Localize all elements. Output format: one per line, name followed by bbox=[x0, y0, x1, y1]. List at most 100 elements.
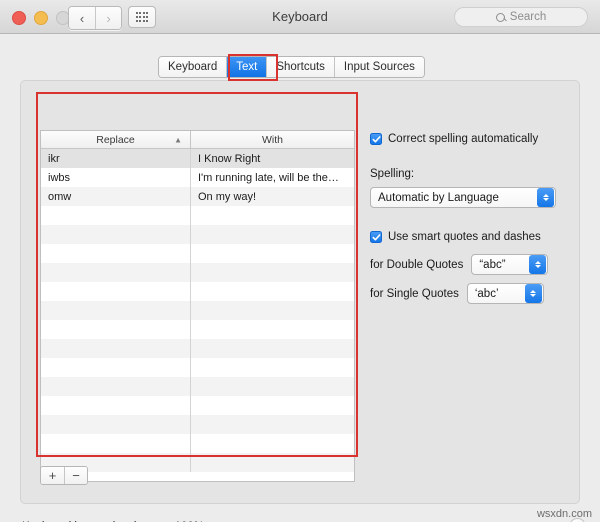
table-row-empty[interactable] bbox=[41, 244, 354, 263]
table-row-empty[interactable] bbox=[41, 263, 354, 282]
cell-replace bbox=[41, 396, 191, 415]
search-field[interactable]: Search bbox=[454, 7, 588, 27]
column-header-replace[interactable]: Replace ▲ bbox=[41, 131, 191, 148]
cell-replace bbox=[41, 301, 191, 320]
smart-quotes-checkbox[interactable] bbox=[370, 231, 382, 243]
remove-substitution-button[interactable]: − bbox=[64, 467, 87, 484]
cell-with bbox=[191, 301, 354, 320]
tab-keyboard[interactable]: Keyboard bbox=[159, 57, 227, 77]
keyboard-preferences-window: ‹ › Keyboard Search Keyboard Text Shortc… bbox=[0, 0, 600, 522]
chevron-updown-icon[interactable] bbox=[524, 284, 542, 303]
cell-with bbox=[191, 320, 354, 339]
cell-with bbox=[191, 263, 354, 282]
table-row[interactable]: omw On my way! bbox=[41, 187, 354, 206]
tab-shortcuts[interactable]: Shortcuts bbox=[266, 57, 334, 77]
cell-replace bbox=[41, 282, 191, 301]
cell-with bbox=[191, 206, 354, 225]
search-placeholder: Search bbox=[509, 11, 547, 23]
cell-replace: iwbs bbox=[41, 168, 191, 187]
cell-with: I Know Right bbox=[191, 149, 354, 168]
checkmark-icon bbox=[372, 233, 380, 240]
text-substitutions-table[interactable]: Replace ▲ With ikr I Know Right iwbs I'm… bbox=[40, 130, 355, 482]
smart-quotes-label: Use smart quotes and dashes bbox=[388, 231, 541, 243]
table-header-row: Replace ▲ With bbox=[41, 131, 354, 149]
cell-with bbox=[191, 415, 354, 434]
column-header-with-label: With bbox=[262, 133, 283, 146]
table-row-empty[interactable] bbox=[41, 377, 354, 396]
single-quotes-value: ‘abc’ bbox=[474, 287, 499, 300]
cell-replace bbox=[41, 320, 191, 339]
table-row-empty[interactable] bbox=[41, 301, 354, 320]
table-row[interactable]: iwbs I'm running late, will be the… bbox=[41, 168, 354, 187]
spelling-label: Spelling: bbox=[370, 168, 415, 180]
table-row-empty[interactable] bbox=[41, 320, 354, 339]
smart-quotes-checkbox-row[interactable]: Use smart quotes and dashes bbox=[370, 230, 560, 244]
single-quotes-dropdown[interactable]: ‘abc’ bbox=[466, 283, 544, 304]
cell-replace bbox=[41, 263, 191, 282]
search-icon bbox=[495, 12, 505, 22]
single-quotes-label: for Single Quotes bbox=[370, 287, 459, 300]
chevron-updown-icon[interactable] bbox=[529, 255, 547, 274]
tab-input-sources[interactable]: Input Sources bbox=[333, 57, 424, 77]
spelling-options-group: Correct spelling automatically Spelling:… bbox=[370, 132, 560, 304]
column-header-with[interactable]: With bbox=[191, 131, 354, 148]
checkmark-icon bbox=[372, 135, 380, 142]
cell-replace bbox=[41, 244, 191, 263]
table-row-empty[interactable] bbox=[41, 396, 354, 415]
cell-with: I'm running late, will be the… bbox=[191, 168, 354, 187]
cell-replace-text: ikr bbox=[48, 152, 60, 165]
cell-replace bbox=[41, 377, 191, 396]
window-body: Keyboard Text Shortcuts Input Sources Re… bbox=[0, 34, 600, 522]
cell-replace bbox=[41, 206, 191, 225]
table-row-empty[interactable] bbox=[41, 415, 354, 434]
cell-with bbox=[191, 434, 354, 453]
table-row[interactable]: ikr I Know Right bbox=[41, 149, 354, 168]
cell-replace: ikr bbox=[41, 149, 191, 168]
double-quotes-dropdown[interactable]: “abc” bbox=[471, 254, 549, 275]
table-row-empty[interactable] bbox=[41, 339, 354, 358]
chevron-updown-icon[interactable] bbox=[537, 188, 554, 207]
table-body: ikr I Know Right iwbs I'm running late, … bbox=[41, 149, 354, 481]
cell-with-text: I'm running late, will be the… bbox=[198, 171, 339, 184]
spelling-dropdown-value: Automatic by Language bbox=[378, 191, 499, 204]
table-row-empty[interactable] bbox=[41, 358, 354, 377]
sort-ascending-icon: ▲ bbox=[174, 135, 182, 144]
cell-with bbox=[191, 358, 354, 377]
cell-with-text: On my way! bbox=[198, 190, 257, 203]
column-header-replace-label: Replace bbox=[96, 133, 135, 146]
cell-with bbox=[191, 244, 354, 263]
cell-replace-text: omw bbox=[48, 190, 72, 203]
table-empty-rows bbox=[41, 206, 354, 472]
double-quotes-label: for Double Quotes bbox=[370, 258, 464, 271]
window-titlebar: ‹ › Keyboard Search bbox=[0, 0, 600, 34]
cell-replace bbox=[41, 358, 191, 377]
cell-with bbox=[191, 453, 354, 472]
watermark: wsxdn.com bbox=[536, 508, 592, 520]
add-substitution-button[interactable]: + bbox=[41, 467, 64, 484]
single-quotes-row: for Single Quotes ‘abc’ bbox=[370, 283, 560, 304]
table-action-buttons: + − bbox=[40, 466, 88, 485]
cell-with bbox=[191, 339, 354, 358]
table-row-empty[interactable] bbox=[41, 282, 354, 301]
cell-with-text: I Know Right bbox=[198, 152, 261, 165]
correct-spelling-checkbox-row[interactable]: Correct spelling automatically bbox=[370, 132, 560, 146]
cell-replace bbox=[41, 339, 191, 358]
correct-spelling-label: Correct spelling automatically bbox=[388, 133, 539, 145]
correct-spelling-checkbox[interactable] bbox=[370, 133, 382, 145]
tab-text[interactable]: Text bbox=[226, 57, 267, 77]
spelling-dropdown[interactable]: Automatic by Language bbox=[370, 187, 556, 208]
cell-with bbox=[191, 225, 354, 244]
cell-with bbox=[191, 377, 354, 396]
double-quotes-value: “abc” bbox=[479, 258, 506, 271]
cell-with bbox=[191, 396, 354, 415]
cell-replace-text: iwbs bbox=[48, 171, 71, 184]
table-row-empty[interactable] bbox=[41, 206, 354, 225]
cell-with bbox=[191, 282, 354, 301]
cell-replace bbox=[41, 434, 191, 453]
cell-replace bbox=[41, 225, 191, 244]
cell-replace bbox=[41, 415, 191, 434]
table-row-empty[interactable] bbox=[41, 434, 354, 453]
double-quotes-row: for Double Quotes “abc” bbox=[370, 254, 560, 275]
cell-with: On my way! bbox=[191, 187, 354, 206]
table-row-empty[interactable] bbox=[41, 225, 354, 244]
